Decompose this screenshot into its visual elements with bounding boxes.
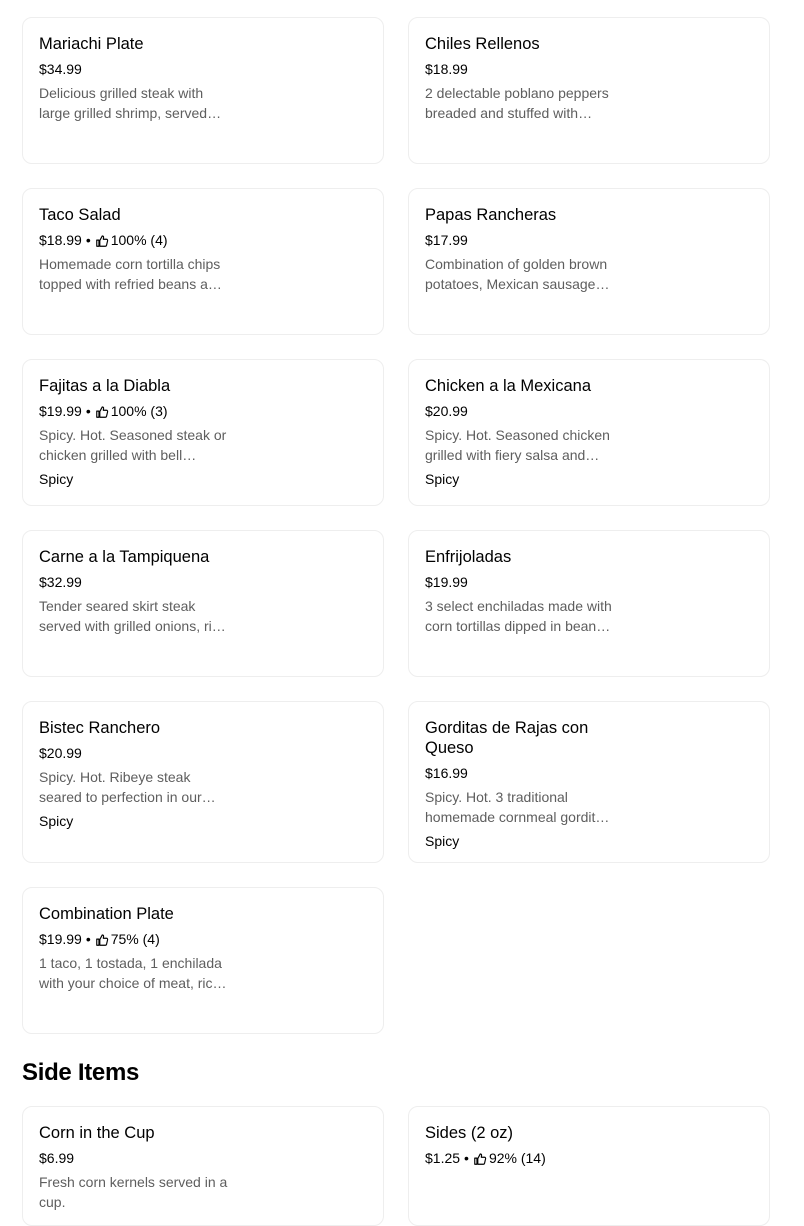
menu-item-meta: $18.99	[425, 59, 615, 79]
menu-item-name: Taco Salad	[39, 206, 121, 224]
menu-item-price: $20.99	[425, 403, 468, 419]
menu-item-price: $20.99	[39, 745, 82, 761]
menu-item-price: $17.99	[425, 232, 468, 248]
section-title-side-items: Side Items	[22, 1059, 140, 1086]
menu-item-meta: $19.99 • 100% (3)	[39, 401, 229, 421]
menu-item-name: Fajitas a la Diabla	[39, 377, 171, 395]
menu-item-name: Mariachi Plate	[39, 35, 144, 53]
menu-item-tag: Spicy	[39, 813, 74, 829]
menu-item-tag: Spicy	[425, 833, 460, 849]
menu-item-price: $16.99	[425, 765, 468, 781]
menu-item-description: 3 select enchiladas made with corn torti…	[425, 598, 612, 634]
menu-item-content: Carne a la Tampiquena $32.99 Tender seared…	[39, 547, 229, 636]
menu-item-name: Combination Plate	[39, 905, 174, 923]
menu-item-card[interactable]: Combination Plate $19.99 • 75% (4) 1 taco, 1…	[22, 887, 384, 1034]
menu-item-content: Mariachi Plate $34.99 Delicious grilled st…	[39, 34, 229, 123]
menu-item-content: Chicken a la Mexicana $20.99 Spicy. Hot. S…	[425, 376, 615, 489]
menu-item-meta: $19.99	[425, 572, 615, 592]
menu-item-name: Corn in the Cup	[39, 1124, 155, 1142]
menu-item-description: Delicious grilled steak with large grill…	[39, 85, 208, 121]
menu-item-content: Bistec Ranchero $20.99 Spicy. Hot. Ribeye …	[39, 718, 229, 831]
menu-item-meta: $34.99	[39, 59, 229, 79]
menu-item-content: Papas Rancheras $17.99 Combination of gold…	[425, 205, 615, 294]
menu-item-description: Fresh corn kernels served in a cup.	[39, 1174, 228, 1210]
menu-item-tag: Spicy	[425, 471, 460, 487]
menu-item-meta: $6.99	[39, 1148, 229, 1168]
separator-dot: •	[464, 1150, 469, 1166]
menu-item-content: Chiles Rellenos $18.99 2 delectable poblan…	[425, 34, 615, 123]
menu-item-name: Bistec Ranchero	[39, 719, 161, 737]
menu-item-price: $18.99	[39, 232, 82, 248]
menu-item-name: Enfrijoladas	[425, 548, 512, 566]
menu-item-price: $19.99	[39, 403, 82, 419]
menu-item-meta: $17.99	[425, 230, 615, 250]
menu-item-card[interactable]: Chicken a la Mexicana $20.99 Spicy. Hot. S…	[408, 359, 770, 506]
separator-dot: •	[85, 931, 91, 947]
menu-item-price: $19.99	[39, 931, 82, 947]
menu-item-content: Combination Plate $19.99 • 75% (4) 1 taco, 1…	[39, 904, 229, 993]
menu-item-content: Fajitas a la Diabla $19.99 • 100% (3) Spicy.…	[39, 376, 229, 489]
thumbs-up-icon	[473, 1151, 487, 1165]
menu-item-card[interactable]: Fajitas a la Diabla $19.99 • 100% (3) Spicy.…	[22, 359, 384, 506]
menu-item-card[interactable]: Mariachi Plate $34.99 Delicious grilled st…	[22, 17, 384, 164]
menu-item-card[interactable]: Bistec Ranchero $20.99 Spicy. Hot. Ribeye …	[22, 701, 384, 863]
menu-item-description: 2 delectable poblano peppers breaded and…	[425, 85, 609, 121]
menu-item-price: $6.99	[39, 1150, 75, 1166]
menu-item-meta: $1.25 • 92% (14)	[425, 1148, 615, 1168]
menu-item-name: Gorditas de Rajas con Queso	[425, 719, 589, 757]
menu-item-price: $34.99	[39, 61, 82, 77]
menu-item-description: Tender seared skirt steak served with gr…	[39, 598, 227, 634]
menu-item-rating: 100% (3)	[110, 403, 168, 419]
menu-item-description: Spicy. Hot. Seasoned chicken grilled wit…	[425, 427, 610, 463]
menu-item-card[interactable]: Sides (2 oz) $1.25 • 92% (14)	[408, 1106, 770, 1226]
thumbs-up-icon	[95, 404, 109, 418]
menu-item-description: Spicy. Hot. Seasoned steak or chicken gr…	[39, 427, 227, 463]
separator-dot: •	[85, 403, 91, 419]
menu-item-name: Chicken a la Mexicana	[425, 377, 591, 395]
menu-item-name: Carne a la Tampiquena	[39, 548, 210, 566]
menu-item-content: Gorditas de Rajas con Queso $16.99 Spicy. …	[425, 718, 615, 851]
menu-item-description: Spicy. Hot. Ribeye steak seared to perfe…	[39, 769, 202, 805]
menu-item-description: Combination of golden brown potatoes, Me…	[425, 256, 608, 292]
menu-item-name: Chiles Rellenos	[425, 35, 540, 53]
menu-item-meta: $18.99 • 100% (4)	[39, 230, 229, 250]
menu-item-card[interactable]: Papas Rancheras $17.99 Combination of gold…	[408, 188, 770, 335]
menu-item-card[interactable]: Taco Salad $18.99 • 100% (4) Homemade corn t…	[22, 188, 384, 335]
menu-item-rating: 92% (14)	[488, 1150, 546, 1166]
menu-item-content: Enfrijoladas $19.99 3 select enchiladas ma…	[425, 547, 615, 636]
menu-item-meta: $19.99 • 75% (4)	[39, 929, 229, 949]
menu-item-content: Sides (2 oz) $1.25 • 92% (14)	[425, 1123, 615, 1168]
thumbs-up-icon	[95, 233, 109, 247]
menu-item-meta: $32.99	[39, 572, 229, 592]
menu-item-content: Corn in the Cup $6.99 Fresh corn kernels s…	[39, 1123, 229, 1212]
menu-item-price: $19.99	[425, 574, 468, 590]
menu-item-tag: Spicy	[39, 471, 74, 487]
menu-item-name: Papas Rancheras	[425, 206, 557, 224]
menu-item-content: Taco Salad $18.99 • 100% (4) Homemade corn t…	[39, 205, 229, 294]
menu-item-meta: $20.99	[39, 743, 229, 763]
menu-item-description: 1 taco, 1 tostada, 1 enchilada with your…	[39, 955, 222, 991]
menu-item-meta: $20.99	[425, 401, 615, 421]
menu-item-price: $32.99	[39, 574, 82, 590]
menu-item-card[interactable]: Gorditas de Rajas con Queso $16.99 Spicy. …	[408, 701, 770, 863]
menu-item-description: Homemade corn tortilla chips topped with…	[39, 256, 224, 292]
separator-dot: •	[85, 232, 91, 248]
menu-item-name: Sides (2 oz)	[425, 1124, 514, 1142]
menu-item-card[interactable]: Chiles Rellenos $18.99 2 delectable poblan…	[408, 17, 770, 164]
thumbs-up-icon	[95, 932, 109, 946]
menu-item-price: $1.25	[425, 1150, 461, 1166]
menu-item-price: $18.99	[425, 61, 468, 77]
menu-item-card[interactable]: Corn in the Cup $6.99 Fresh corn kernels s…	[22, 1106, 384, 1226]
menu-item-card[interactable]: Enfrijoladas $19.99 3 select enchiladas ma…	[408, 530, 770, 677]
menu-item-rating: 75% (4)	[110, 931, 160, 947]
menu-item-card[interactable]: Carne a la Tampiquena $32.99 Tender seared…	[22, 530, 384, 677]
menu-item-rating: 100% (4)	[110, 232, 168, 248]
menu-item-meta: $16.99	[425, 763, 615, 783]
menu-item-description: Spicy. Hot. 3 traditional homemade cornm…	[425, 789, 611, 825]
